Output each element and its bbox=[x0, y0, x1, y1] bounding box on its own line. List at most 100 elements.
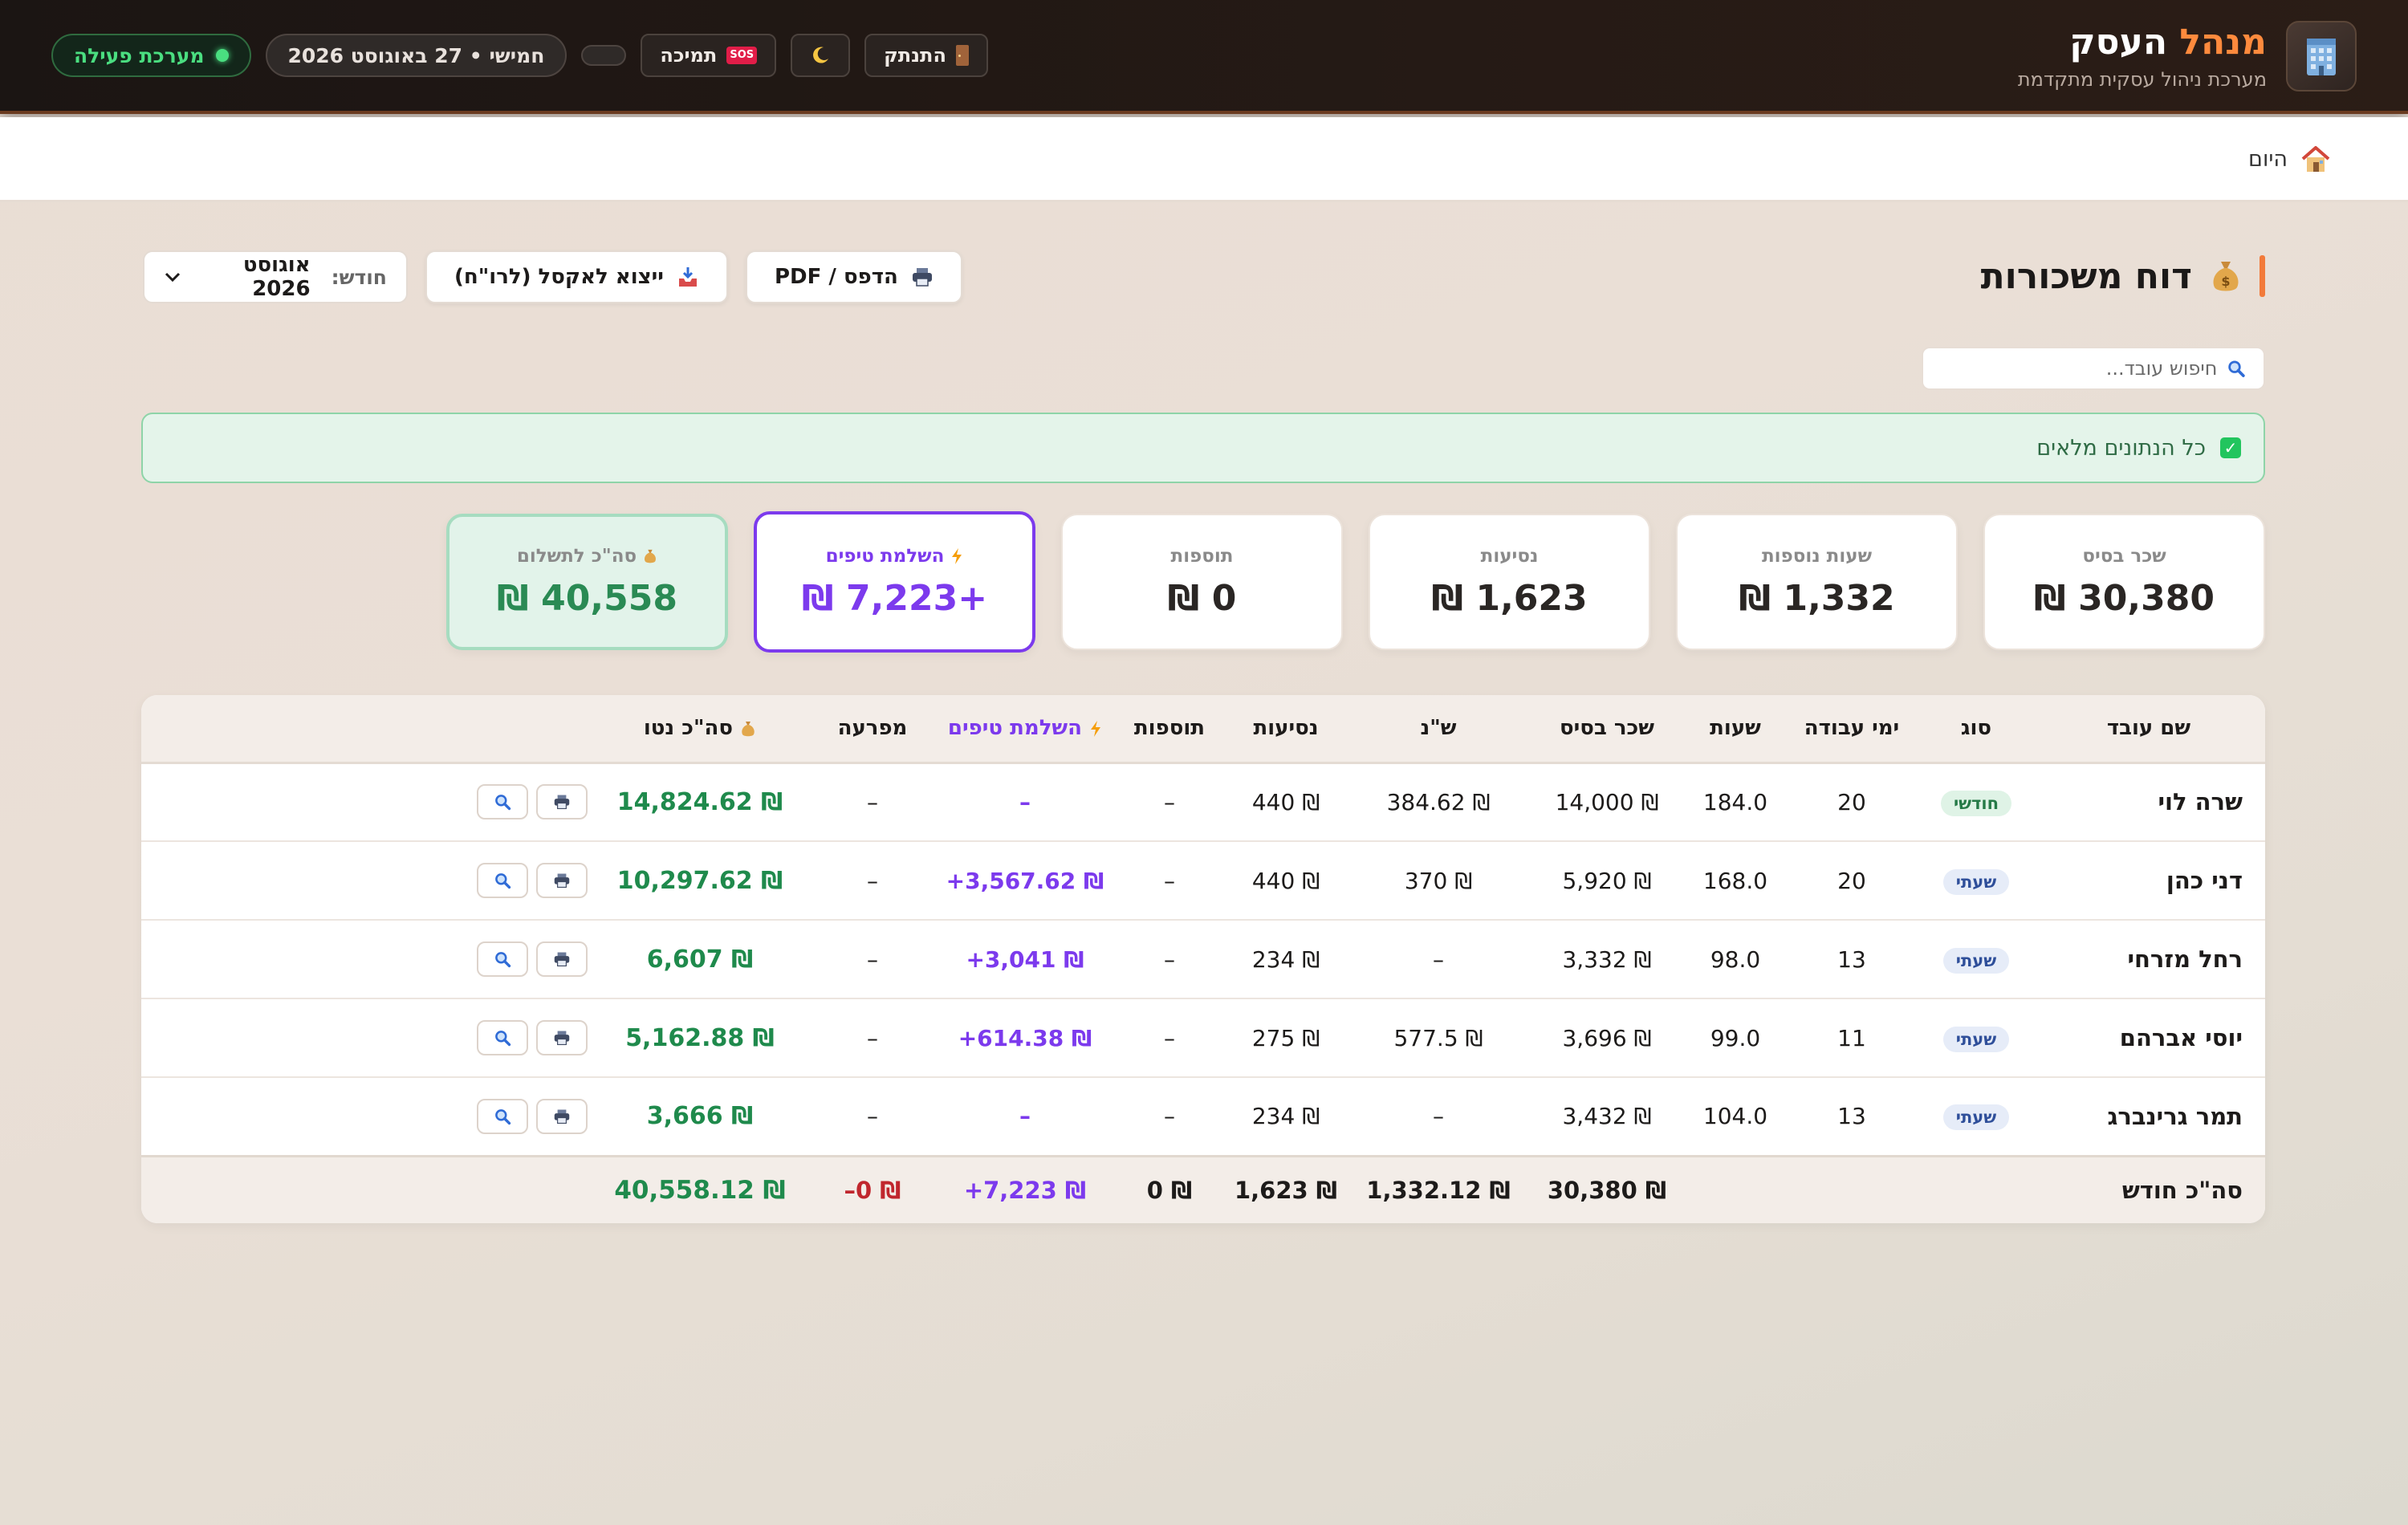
view-details-button[interactable] bbox=[477, 1020, 528, 1055]
export-excel-button[interactable]: ייצוא לאקסל (לרו"ח) bbox=[425, 250, 728, 303]
overtime: 370 ₪ bbox=[1350, 841, 1527, 920]
col-net-label: סה"כ נטו bbox=[643, 716, 734, 741]
col-type[interactable]: סוג bbox=[1920, 695, 2032, 764]
employee-type: חודשי bbox=[1920, 762, 2032, 841]
net-total: 14,824.62 ₪ bbox=[588, 762, 812, 841]
door-icon bbox=[955, 45, 969, 66]
print-pdf-button[interactable]: הדפס / PDF bbox=[745, 250, 962, 303]
magnifier-icon bbox=[495, 873, 511, 889]
card-value: 0 ₪ bbox=[1167, 577, 1237, 619]
employee-type: שעתי bbox=[1920, 998, 2032, 1077]
print-pdf-label: הדפס / PDF bbox=[774, 265, 898, 289]
footer-travel: 1,623 ₪ bbox=[1222, 1156, 1350, 1223]
card-total-payment: סה"כ לתשלום 40,558 ₪ bbox=[446, 514, 728, 650]
search-input[interactable] bbox=[1941, 357, 2218, 380]
footer-overtime: 1,332.12 ₪ bbox=[1350, 1156, 1527, 1223]
money-bag-icon: $ bbox=[2213, 262, 2239, 291]
work-days: 20 bbox=[1837, 788, 1866, 815]
type-badge: חודשי bbox=[1940, 790, 2012, 816]
work-days: 11 bbox=[1837, 1024, 1866, 1051]
col-overtime[interactable]: ש"נ bbox=[1350, 695, 1527, 764]
footer-empty bbox=[1784, 1156, 1920, 1223]
svg-text:$: $ bbox=[2221, 274, 2230, 289]
card-label-text: השלמת טיפים bbox=[825, 545, 945, 567]
col-name[interactable]: שם עובד bbox=[2032, 695, 2265, 764]
footer-empty bbox=[1687, 1156, 1784, 1223]
month-select[interactable]: חודש: אוגוסט 2026 bbox=[143, 250, 408, 303]
col-tips[interactable]: השלמת טיפים bbox=[933, 695, 1117, 764]
card-label: תוספות bbox=[1170, 545, 1234, 567]
col-extras[interactable]: תוספות bbox=[1117, 695, 1222, 764]
theme-toggle-button[interactable] bbox=[791, 34, 851, 77]
footer-empty bbox=[1920, 1156, 2032, 1223]
check-icon: ✓ bbox=[2220, 437, 2241, 458]
print-payslip-button[interactable] bbox=[536, 784, 588, 820]
breadcrumb[interactable]: היום bbox=[2248, 144, 2331, 173]
page-title-row: $ דוח משכורות bbox=[1981, 255, 2265, 297]
toggle-switch[interactable] bbox=[581, 45, 627, 66]
card-label: סה"כ לתשלום bbox=[517, 546, 657, 567]
footer-net-value: 40,558.12 ₪ bbox=[614, 1175, 786, 1205]
row-actions bbox=[141, 1077, 588, 1156]
employee-name[interactable]: שרה לוי bbox=[2032, 762, 2265, 841]
print-payslip-button[interactable] bbox=[536, 863, 588, 898]
print-payslip-button[interactable] bbox=[536, 1020, 588, 1055]
net-total-value: 5,162.88 ₪ bbox=[625, 1023, 775, 1052]
overtime-value: 577.5 ₪ bbox=[1393, 1024, 1483, 1051]
employee-name[interactable]: רחל מזרחי bbox=[2032, 920, 2265, 998]
col-deduction[interactable]: מפרעה bbox=[812, 695, 933, 764]
type-badge: שעתי bbox=[1942, 1104, 2010, 1131]
travel-value: 234 ₪ bbox=[1251, 946, 1320, 973]
tips-value: +614.38 ₪ bbox=[958, 1024, 1092, 1051]
current-date: חמישי • 27 באוגוסט 2026 bbox=[265, 34, 567, 77]
travel: 234 ₪ bbox=[1222, 920, 1350, 998]
print-payslip-button[interactable] bbox=[536, 941, 588, 977]
overtime-value: – bbox=[1433, 946, 1444, 973]
printer-icon bbox=[554, 952, 570, 967]
employee-name[interactable]: תמר גרינברג bbox=[2032, 1077, 2265, 1156]
view-details-button[interactable] bbox=[477, 1098, 528, 1134]
card-label: השלמת טיפים bbox=[826, 546, 964, 567]
printer-icon bbox=[554, 1031, 570, 1046]
magnifier-icon bbox=[495, 795, 511, 811]
data-complete-alert: ✓ כל הנתונים מלאים bbox=[141, 413, 2265, 483]
employee-search[interactable] bbox=[1922, 347, 2265, 390]
col-days[interactable]: ימי עבודה bbox=[1784, 695, 1920, 764]
overtime-value: 370 ₪ bbox=[1404, 867, 1473, 894]
col-tips-label: השלמת טיפים bbox=[947, 716, 1083, 741]
view-details-button[interactable] bbox=[477, 784, 528, 820]
travel-value: 234 ₪ bbox=[1251, 1103, 1320, 1130]
overtime: 577.5 ₪ bbox=[1350, 998, 1527, 1077]
col-net[interactable]: סה"כ נטו bbox=[588, 695, 812, 764]
footer-net: 40,558.12 ₪ bbox=[588, 1156, 812, 1223]
employee-name[interactable]: יוסי אברהם bbox=[2032, 998, 2265, 1077]
col-hours[interactable]: שעות bbox=[1687, 695, 1784, 764]
employee-name[interactable]: דני כהן bbox=[2032, 841, 2265, 920]
table-row: יוסי אברהם שעתי 11 99.0 3,696 ₪ 577.5 ₪ 275 ₪ –… bbox=[141, 998, 2265, 1077]
travel-value: 440 ₪ bbox=[1251, 788, 1320, 815]
card-overtime: שעות נוספות 1,332 ₪ bbox=[1676, 514, 1958, 650]
travel-value: 275 ₪ bbox=[1251, 1024, 1320, 1051]
print-payslip-button[interactable] bbox=[536, 1098, 588, 1134]
col-travel[interactable]: נסיעות bbox=[1222, 695, 1350, 764]
view-details-button[interactable] bbox=[477, 941, 528, 977]
base-salary: 14,000 ₪ bbox=[1527, 762, 1687, 841]
logout-button[interactable]: התנתק bbox=[864, 34, 988, 77]
support-button[interactable]: SOS תמיכה bbox=[641, 34, 777, 77]
net-total: 10,297.62 ₪ bbox=[588, 841, 812, 920]
travel: 234 ₪ bbox=[1222, 1077, 1350, 1156]
footer-base-value: 30,380 ₪ bbox=[1547, 1176, 1667, 1204]
card-value: +7,223 ₪ bbox=[801, 577, 988, 619]
work-days: 13 bbox=[1837, 946, 1866, 973]
net-total-value: 14,824.62 ₪ bbox=[616, 787, 783, 816]
deduction: – bbox=[867, 946, 878, 973]
brand[interactable]: מנהל העסק מערכת ניהול עסקית מתקדמת bbox=[2018, 21, 2357, 92]
col-base-salary[interactable]: שכר בסיס bbox=[1527, 695, 1687, 764]
type-badge: שעתי bbox=[1942, 1026, 2010, 1052]
inbox-tray-icon bbox=[678, 267, 697, 287]
card-label-text: סה"כ לתשלום bbox=[516, 545, 637, 567]
view-details-button[interactable] bbox=[477, 863, 528, 898]
base-salary-value: 14,000 ₪ bbox=[1555, 788, 1659, 815]
footer-extras-value: 0 ₪ bbox=[1146, 1176, 1193, 1204]
card-tips-completion: השלמת טיפים +7,223 ₪ bbox=[754, 511, 1035, 653]
